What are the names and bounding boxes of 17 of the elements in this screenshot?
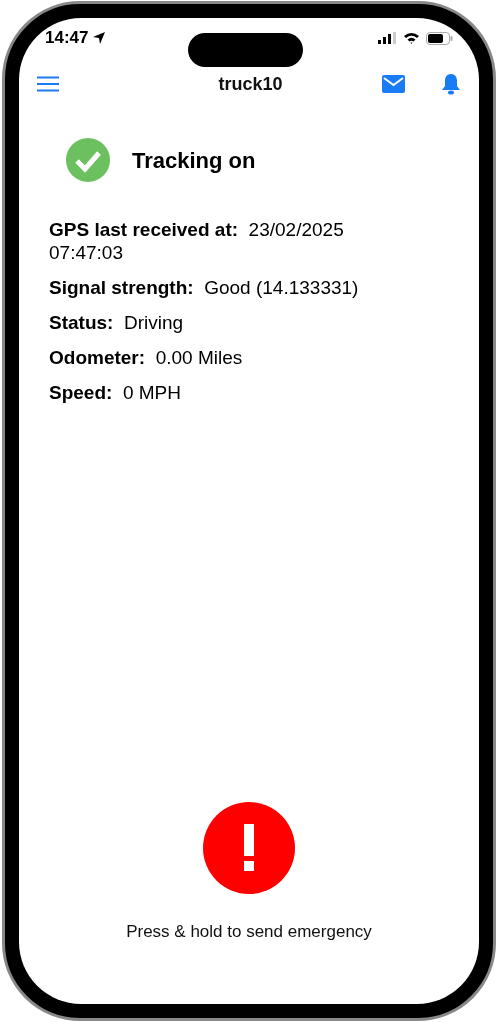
emergency-hint: Press & hold to send emergency xyxy=(126,920,372,943)
tracking-status: Tracking on xyxy=(132,146,256,175)
mail-icon[interactable] xyxy=(382,75,405,93)
detail-row-text: Speed: 0 MPH xyxy=(49,381,182,404)
location-arrow-icon xyxy=(92,31,107,45)
detail-row-text: Odometer: 0.00 Miles xyxy=(49,346,244,369)
nav-title: truck10 xyxy=(218,72,283,96)
signal-icon xyxy=(378,32,397,44)
detail-row-text: GPS last received at: 23/02/2025 07:47:03 xyxy=(49,218,345,264)
menu-icon[interactable] xyxy=(37,76,59,92)
exclamation-icon xyxy=(243,824,255,871)
battery-icon xyxy=(426,31,453,45)
wifi-icon xyxy=(403,32,420,44)
status-time: 14:47 xyxy=(45,27,89,50)
bell-icon[interactable] xyxy=(441,73,461,95)
detail-row-text: Signal strength: Good (14.133331) xyxy=(49,276,360,299)
detail-row-text: Status: Driving xyxy=(49,311,185,334)
